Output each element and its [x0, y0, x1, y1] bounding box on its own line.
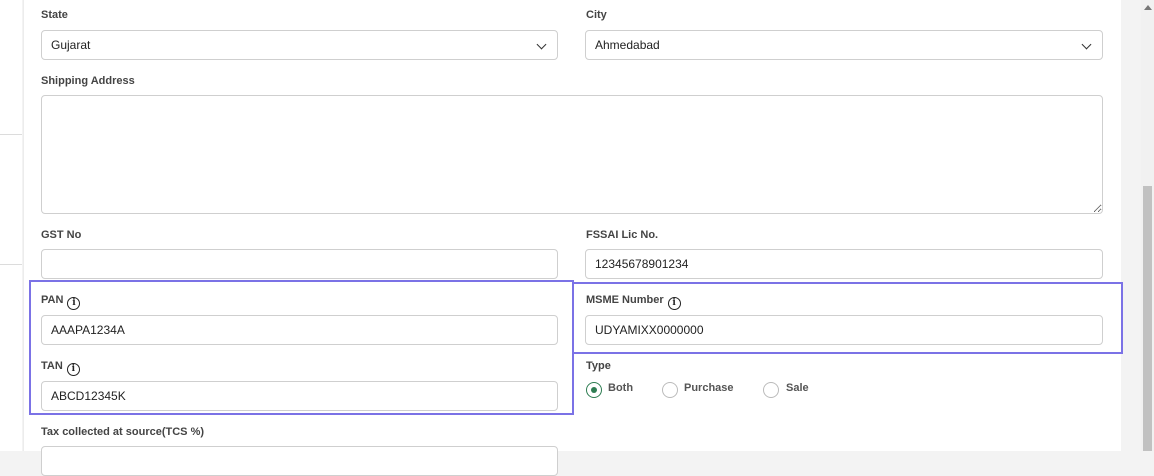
- pan-label: PAN i: [41, 294, 81, 310]
- tan-input[interactable]: ABCD12345K: [41, 381, 558, 411]
- fssai-input[interactable]: 12345678901234: [585, 249, 1103, 279]
- radio-both[interactable]: [586, 382, 602, 398]
- tan-value: ABCD12345K: [51, 389, 126, 403]
- info-icon[interactable]: i: [67, 297, 81, 310]
- divider: [0, 134, 22, 135]
- pan-value: AAAPA1234A: [51, 323, 125, 337]
- gst-no-label: GST No: [41, 229, 82, 241]
- radio-purchase[interactable]: [662, 382, 678, 398]
- chevron-down-icon: [536, 39, 547, 50]
- type-label: Type: [586, 360, 611, 372]
- scrollbar-thumb[interactable]: [1143, 186, 1152, 451]
- tan-label: TAN i: [41, 360, 80, 376]
- shipping-address-textarea[interactable]: [41, 95, 1103, 214]
- tan-label-text: TAN: [41, 360, 63, 372]
- msme-label-text: MSME Number: [586, 294, 664, 306]
- fssai-value: 12345678901234: [595, 257, 689, 271]
- state-select[interactable]: Gujarat: [41, 30, 558, 60]
- chevron-down-icon: [1081, 39, 1092, 50]
- fssai-label: FSSAI Lic No.: [586, 229, 659, 241]
- radio-purchase-label[interactable]: Purchase: [684, 382, 734, 394]
- scroll-up-arrow-icon[interactable]: [1144, 5, 1152, 10]
- gst-no-input[interactable]: [41, 249, 558, 279]
- city-value: Ahmedabad: [595, 38, 660, 52]
- state-value: Gujarat: [51, 38, 91, 52]
- msme-input[interactable]: UDYAMIXX0000000: [585, 315, 1103, 345]
- info-icon[interactable]: i: [66, 363, 80, 376]
- radio-sale[interactable]: [763, 382, 779, 398]
- pan-input[interactable]: AAAPA1234A: [41, 315, 558, 345]
- state-label: State: [41, 9, 68, 21]
- scrollbar[interactable]: [1141, 0, 1154, 451]
- info-icon[interactable]: i: [667, 297, 681, 310]
- divider: [0, 264, 22, 265]
- msme-label: MSME Number i: [586, 294, 681, 310]
- city-select[interactable]: Ahmedabad: [585, 30, 1103, 60]
- left-sidebar-edge: [0, 0, 22, 451]
- tcs-label: Tax collected at source(TCS %): [41, 426, 205, 438]
- pan-label-text: PAN: [41, 294, 64, 306]
- radio-sale-label[interactable]: Sale: [786, 382, 809, 394]
- shipping-address-label: Shipping Address: [41, 75, 135, 87]
- radio-dot: [590, 386, 597, 393]
- msme-value: UDYAMIXX0000000: [595, 323, 704, 337]
- radio-both-label[interactable]: Both: [608, 382, 633, 394]
- city-label: City: [586, 9, 607, 21]
